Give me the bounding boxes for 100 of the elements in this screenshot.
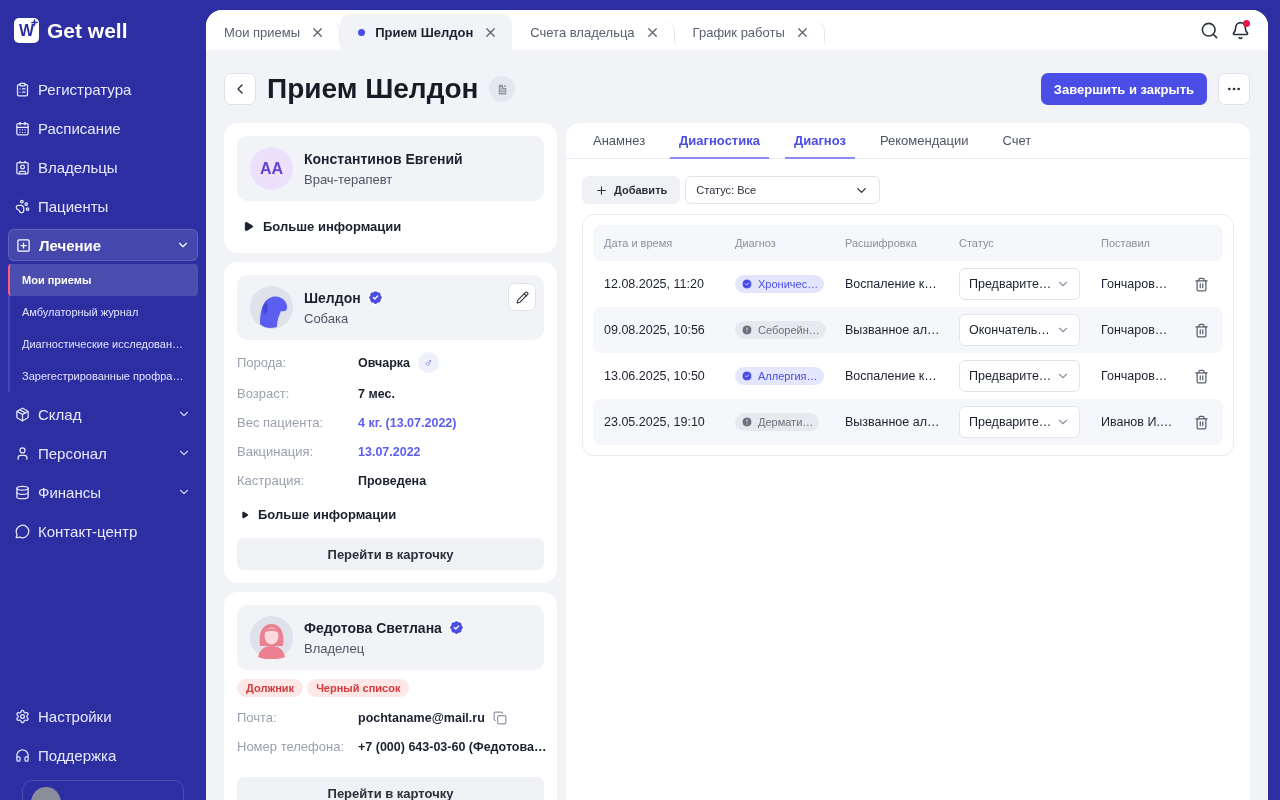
section-tab[interactable]: Анамнез bbox=[584, 123, 655, 159]
section-tab[interactable]: Рекомендации bbox=[870, 123, 978, 159]
more-info-toggle[interactable]: Больше информации bbox=[237, 489, 544, 528]
sidebar-item[interactable]: Владельцы bbox=[8, 151, 198, 183]
field-label: Вес пациента: bbox=[237, 415, 325, 430]
delete-button[interactable] bbox=[1194, 276, 1209, 292]
sidebar-subitem[interactable]: Диагностические исследован… bbox=[10, 328, 198, 360]
field-value: Проведена bbox=[358, 473, 427, 488]
field-link[interactable]: 13.07.2022 bbox=[358, 444, 421, 459]
search-icon[interactable] bbox=[1200, 20, 1219, 40]
doctor-name: Константинов Евгений bbox=[304, 150, 463, 167]
document-icon[interactable] bbox=[489, 76, 516, 102]
column-header: Диагноз bbox=[735, 237, 777, 249]
user-icon bbox=[15, 445, 30, 461]
tab[interactable]: График работы bbox=[674, 21, 825, 43]
page-title: Прием Шелдон bbox=[267, 73, 479, 105]
sidebar-item[interactable]: Контакт-центр bbox=[8, 515, 198, 547]
more-info-toggle[interactable]: Больше информации bbox=[237, 201, 544, 240]
sidebar-item[interactable]: Поддержка bbox=[8, 739, 198, 771]
field-label: Порода: bbox=[237, 355, 288, 370]
logo-mark: W bbox=[14, 18, 39, 43]
table-cell-text: Вызванное ал… bbox=[845, 415, 941, 429]
paw-icon bbox=[15, 198, 30, 214]
field-link[interactable]: 4 кг. (13.07.2022) bbox=[358, 415, 457, 430]
check-icon bbox=[741, 370, 753, 382]
section-tab[interactable]: Диагноз bbox=[784, 123, 855, 159]
settings-icon bbox=[15, 708, 30, 724]
database-icon bbox=[15, 484, 30, 500]
headphones-icon bbox=[15, 747, 30, 763]
delete-button[interactable] bbox=[1194, 322, 1209, 338]
more-info-label: Больше информации bbox=[263, 219, 402, 234]
plus-icon bbox=[595, 183, 608, 197]
sidebar-item[interactable]: Настройки bbox=[8, 700, 198, 732]
sidebar-item[interactable]: Расписание bbox=[8, 112, 198, 144]
sidebar-item[interactable]: Финансы bbox=[8, 476, 198, 508]
bell-icon[interactable] bbox=[1231, 20, 1250, 40]
status-select[interactable]: Предварите… bbox=[959, 360, 1080, 392]
add-button[interactable]: Добавить bbox=[582, 176, 681, 204]
patient-species: Собака bbox=[304, 311, 350, 326]
table-cell-text: Иванов И.… bbox=[1101, 415, 1174, 429]
more-info-label: Больше информации bbox=[258, 507, 397, 522]
field-label: Возраст: bbox=[237, 386, 291, 401]
field-label: Номер телефона: bbox=[237, 739, 345, 754]
table-cell-text: 13.06.2025, 10:50 bbox=[604, 369, 706, 383]
alert-icon bbox=[741, 416, 753, 428]
tab[interactable]: Прием Шелдон bbox=[340, 14, 513, 50]
clipboard-icon bbox=[15, 81, 30, 97]
tab-label: Мои приемы bbox=[224, 24, 301, 40]
tab-label: Прием Шелдон bbox=[375, 24, 474, 40]
edit-button[interactable] bbox=[508, 283, 536, 311]
sidebar-item[interactable]: Пациенты bbox=[8, 190, 198, 222]
plus-square-icon bbox=[16, 237, 31, 253]
table-cell-text: Вызванное ал… bbox=[845, 323, 941, 337]
sidebar-subitem[interactable]: Мои приемы bbox=[8, 264, 198, 296]
diagnosis-tag: Себорейн… bbox=[735, 321, 826, 339]
finish-button[interactable]: Завершить и закрыть bbox=[1040, 73, 1207, 105]
package-icon bbox=[15, 406, 30, 422]
status-select[interactable]: Предварите… bbox=[959, 406, 1080, 438]
sidebar-item[interactable]: Персонал bbox=[8, 437, 198, 469]
field-label: Почта: bbox=[237, 710, 278, 725]
table-cell-text: Гончаров… bbox=[1101, 323, 1169, 337]
check-icon bbox=[741, 278, 753, 290]
sidebar-item[interactable]: Регистратура bbox=[8, 73, 198, 105]
table-cell-text: Гончаров… bbox=[1101, 369, 1169, 383]
section-tab[interactable]: Счет bbox=[993, 123, 1041, 159]
diagnosis-tag: Дермати… bbox=[735, 413, 820, 431]
diagnosis-tag: Хроничес… bbox=[735, 275, 825, 293]
doctor-avatar: АА bbox=[250, 147, 293, 190]
trash-icon bbox=[1194, 368, 1209, 384]
column-header: Дата и время bbox=[604, 237, 674, 249]
status-filter[interactable]: Статус: Все bbox=[685, 176, 881, 204]
delete-button[interactable] bbox=[1194, 368, 1209, 384]
delete-button[interactable] bbox=[1194, 414, 1209, 430]
field-label: Вакцинация: bbox=[237, 444, 315, 459]
owner-tag: Должник bbox=[237, 679, 304, 697]
trash-icon bbox=[1194, 276, 1209, 292]
person-avatar-icon bbox=[250, 616, 293, 659]
sidebar-subitem[interactable]: Амбулаторный журнал bbox=[10, 296, 198, 328]
contact-card-icon bbox=[15, 159, 30, 175]
sidebar-item[interactable]: Склад bbox=[8, 398, 198, 430]
field-value: pochtaname@mail.ru bbox=[358, 710, 485, 725]
column-header: Расшифровка bbox=[845, 237, 918, 249]
unsaved-dot bbox=[358, 28, 366, 36]
column-header: Статус bbox=[959, 237, 995, 249]
sidebar-subitem[interactable]: Зарегестрированные профра… bbox=[10, 360, 198, 392]
brand-name: Get well bbox=[47, 18, 128, 43]
sidebar-item[interactable]: Лечение bbox=[8, 229, 198, 261]
status-select[interactable]: Предварите… bbox=[959, 268, 1080, 300]
copy-icon[interactable] bbox=[492, 710, 507, 725]
field-label: Кастрация: bbox=[237, 473, 306, 488]
section-tab[interactable]: Диагностика bbox=[670, 123, 769, 159]
open-card-button[interactable]: Перейти в карточку bbox=[237, 538, 544, 570]
tab-label: График работы bbox=[692, 24, 785, 40]
tab[interactable]: Счета владельца bbox=[512, 21, 675, 43]
field-value: 7 мес. bbox=[358, 386, 395, 401]
tab-label: Счета владельца bbox=[530, 24, 635, 40]
alert-icon bbox=[741, 324, 753, 336]
open-card-button[interactable]: Перейти в карточку bbox=[237, 777, 544, 800]
status-select[interactable]: Окончатель… bbox=[959, 314, 1080, 346]
trash-icon bbox=[1194, 322, 1209, 338]
